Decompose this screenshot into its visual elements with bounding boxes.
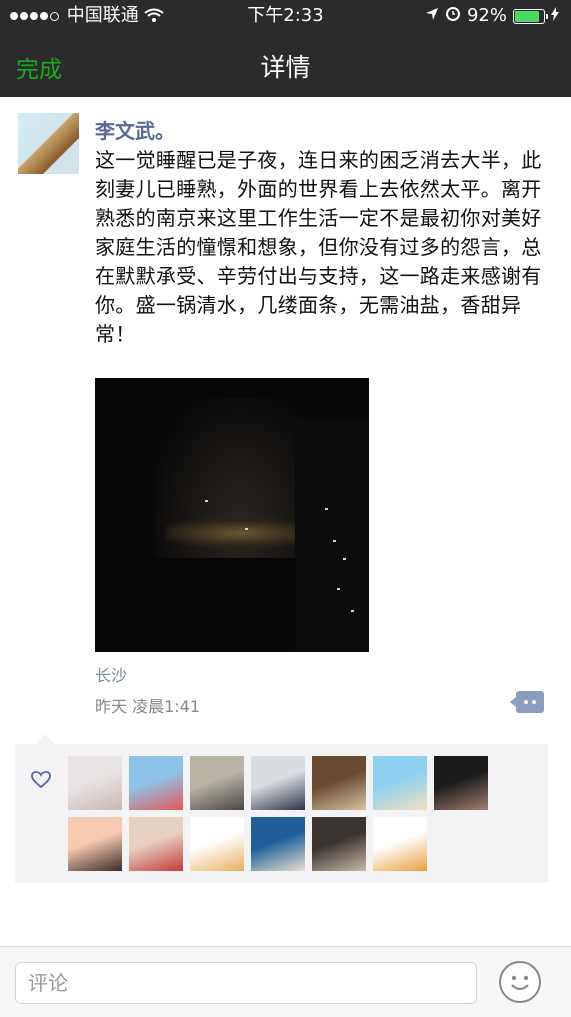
like-avatar-10[interactable]	[190, 817, 244, 871]
author-avatar[interactable]	[18, 113, 79, 174]
post-text: 这一觉睡醒已是子夜，连日来的困乏消去大半，此刻妻儿已睡熟，外面的世界看上去依然太…	[95, 148, 542, 346]
battery-percent: 92%	[466, 5, 507, 26]
like-avatar-12[interactable]	[312, 817, 366, 871]
like-avatar-3[interactable]	[190, 756, 244, 810]
location-arrow-icon	[425, 5, 439, 27]
like-avatar-8[interactable]	[68, 817, 122, 871]
photo-light	[205, 500, 208, 502]
like-avatar-5[interactable]	[312, 756, 366, 810]
photo-building	[295, 418, 369, 652]
author-name[interactable]: 李文武。	[95, 115, 175, 144]
like-avatar-1[interactable]	[68, 756, 122, 810]
photo-city-lights	[165, 518, 315, 548]
comment-input[interactable]	[15, 962, 477, 1004]
like-avatar-13[interactable]	[373, 817, 427, 871]
photo-light	[351, 610, 354, 612]
comment-action-button[interactable]	[510, 691, 544, 713]
likes-panel	[15, 734, 548, 883]
like-avatar-7[interactable]	[434, 756, 488, 810]
page-title: 详情	[260, 53, 311, 82]
photo-light	[245, 528, 248, 530]
like-avatar-2[interactable]	[129, 756, 183, 810]
photo-light	[343, 558, 346, 560]
post-location[interactable]: 长沙	[95, 662, 127, 686]
emoji-button[interactable]	[499, 961, 541, 1003]
heart-icon	[31, 771, 51, 789]
charging-icon	[551, 5, 559, 27]
top-bar: 中国联通 下午2:33 92% 完成 详情	[0, 0, 571, 97]
post-photo[interactable]	[95, 378, 369, 652]
post-time: 昨天 凌晨1:41	[95, 697, 201, 716]
photo-light	[325, 508, 328, 510]
alarm-icon	[445, 5, 461, 27]
like-avatar-4[interactable]	[251, 756, 305, 810]
photo-light	[337, 588, 340, 590]
smiley-icon	[511, 975, 529, 991]
like-avatar-6[interactable]	[373, 756, 427, 810]
comment-bar	[0, 946, 571, 1017]
like-avatar-9[interactable]	[129, 817, 183, 871]
photo-light	[333, 540, 336, 542]
battery-icon	[513, 8, 548, 24]
like-avatar-11[interactable]	[251, 817, 305, 871]
status-right: 92%	[425, 5, 559, 27]
